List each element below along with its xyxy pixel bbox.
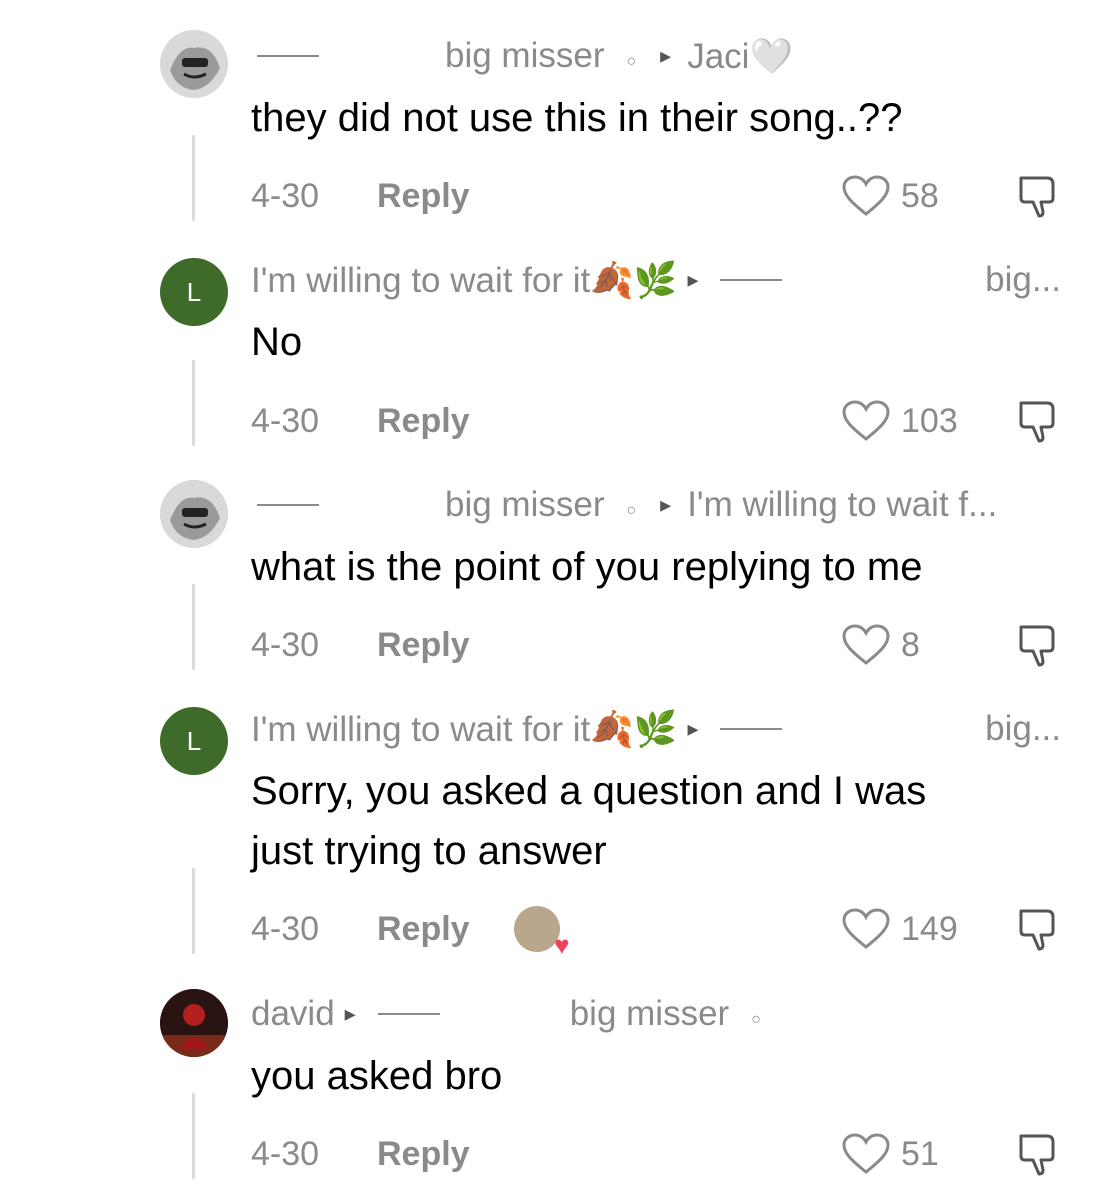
thread-line [192, 135, 195, 221]
avatar[interactable] [160, 30, 228, 98]
reply-button[interactable]: Reply [377, 1135, 470, 1174]
avatar[interactable]: L [160, 258, 228, 326]
comment-meta: david ▸ big misser ○ [251, 994, 761, 1034]
reply-arrow-icon: ▸ [660, 43, 672, 68]
sketch-avatar-icon [160, 480, 228, 548]
comment-author[interactable]: big misser [445, 485, 604, 525]
comment-actions: 4-30 Reply 8 [251, 623, 1061, 667]
heart-outline-icon [842, 624, 890, 665]
dislike-icon[interactable] [1013, 397, 1061, 445]
dislike-icon[interactable] [1013, 621, 1061, 669]
reply-arrow-icon: ▸ [687, 716, 699, 741]
comment-text: Sorry, you asked a question and I was ju… [251, 769, 927, 873]
reply-to-user[interactable]: big... [985, 709, 1061, 749]
comment-text: you asked bro [251, 1054, 503, 1098]
comment-author[interactable]: david [251, 994, 335, 1034]
thread-line [192, 1093, 195, 1179]
thread-line [192, 584, 195, 670]
like-button[interactable]: 149 [841, 907, 958, 951]
comment-actions: 4-30 Reply 103 [251, 399, 1061, 443]
reply-to-user[interactable]: Jaci🤍 [687, 36, 793, 77]
comment-author[interactable]: I'm willing to wait for it🍂🌿 [251, 709, 677, 750]
like-button[interactable]: 51 [841, 1132, 939, 1176]
like-count: 51 [901, 1134, 939, 1173]
like-button[interactable]: 58 [841, 174, 939, 218]
like-count: 8 [901, 625, 920, 664]
comment-text: what is the point of you replying to me [251, 545, 923, 589]
sketch-avatar-icon [160, 30, 228, 98]
username-placeholder-line [720, 728, 783, 730]
reply-to-user[interactable]: big... [985, 260, 1061, 300]
dislike-icon[interactable] [1013, 905, 1061, 953]
username-placeholder-line [377, 1013, 440, 1015]
creator-liked-badge: ♥ [513, 906, 570, 958]
reply-arrow-icon: ▸ [687, 267, 699, 292]
avatar[interactable]: L [160, 707, 228, 775]
thread-line [192, 360, 195, 446]
username-placeholder-line [257, 504, 319, 506]
avatar-letter: L [186, 725, 202, 756]
spiderman-avatar-icon [160, 989, 228, 1057]
reply-to-user[interactable]: I'm willing to wait f... [687, 485, 997, 525]
reply-button[interactable]: Reply [377, 910, 470, 949]
comment-meta: big misser ○ ▸ Jaci🤍 [251, 34, 1061, 78]
like-count: 103 [901, 401, 958, 440]
comment-actions: 4-30 Reply ♥ 149 [251, 905, 1061, 958]
reply-arrow-icon: ▸ [344, 1001, 356, 1026]
reply-button[interactable]: Reply [377, 626, 470, 665]
comment-meta: I'm willing to wait for it🍂🌿 ▸ big... [251, 707, 1061, 751]
comment-text: No [251, 320, 303, 364]
username-placeholder-line [720, 279, 783, 281]
avatar[interactable] [160, 989, 228, 1057]
avatar[interactable] [160, 480, 228, 548]
comment-meta: I'm willing to wait for it🍂🌿 ▸ big... [251, 258, 1061, 302]
avatar-letter: L [186, 276, 202, 307]
heart-outline-icon [842, 400, 890, 441]
comment-date: 4-30 [251, 909, 320, 948]
comment-author[interactable]: I'm willing to wait for it🍂🌿 [251, 260, 677, 301]
heart-outline-icon [842, 908, 890, 949]
reply-button[interactable]: Reply [377, 402, 470, 441]
dislike-icon[interactable] [1013, 1130, 1061, 1178]
heart-outline-icon [842, 1133, 890, 1174]
like-count: 58 [901, 176, 939, 215]
comment-author[interactable]: big misser [445, 36, 604, 76]
like-button[interactable]: 103 [841, 399, 958, 443]
comment-actions: 4-30 Reply 51 [251, 1132, 1061, 1176]
comment-actions: 4-30 Reply 58 [251, 174, 1061, 218]
heart-filled-icon: ♥ [554, 930, 570, 960]
comment-date: 4-30 [251, 1134, 320, 1173]
reply-to-user[interactable]: big misser [570, 994, 729, 1034]
dislike-icon[interactable] [1013, 172, 1061, 220]
comment-date: 4-30 [251, 625, 320, 664]
reply-arrow-icon: ▸ [660, 492, 672, 517]
reply-button[interactable]: Reply [377, 177, 470, 216]
comment-date: 4-30 [251, 401, 320, 440]
heart-outline-icon [842, 175, 890, 216]
comment-text: they did not use this in their song..?? [251, 96, 903, 140]
like-button[interactable]: 8 [841, 623, 920, 667]
username-placeholder-line [257, 55, 319, 57]
comment-date: 4-30 [251, 176, 320, 215]
comment-meta: big misser ○ ▸ I'm willing to wait f... [251, 483, 1061, 527]
thread-line [192, 868, 195, 954]
like-count: 149 [901, 909, 958, 948]
